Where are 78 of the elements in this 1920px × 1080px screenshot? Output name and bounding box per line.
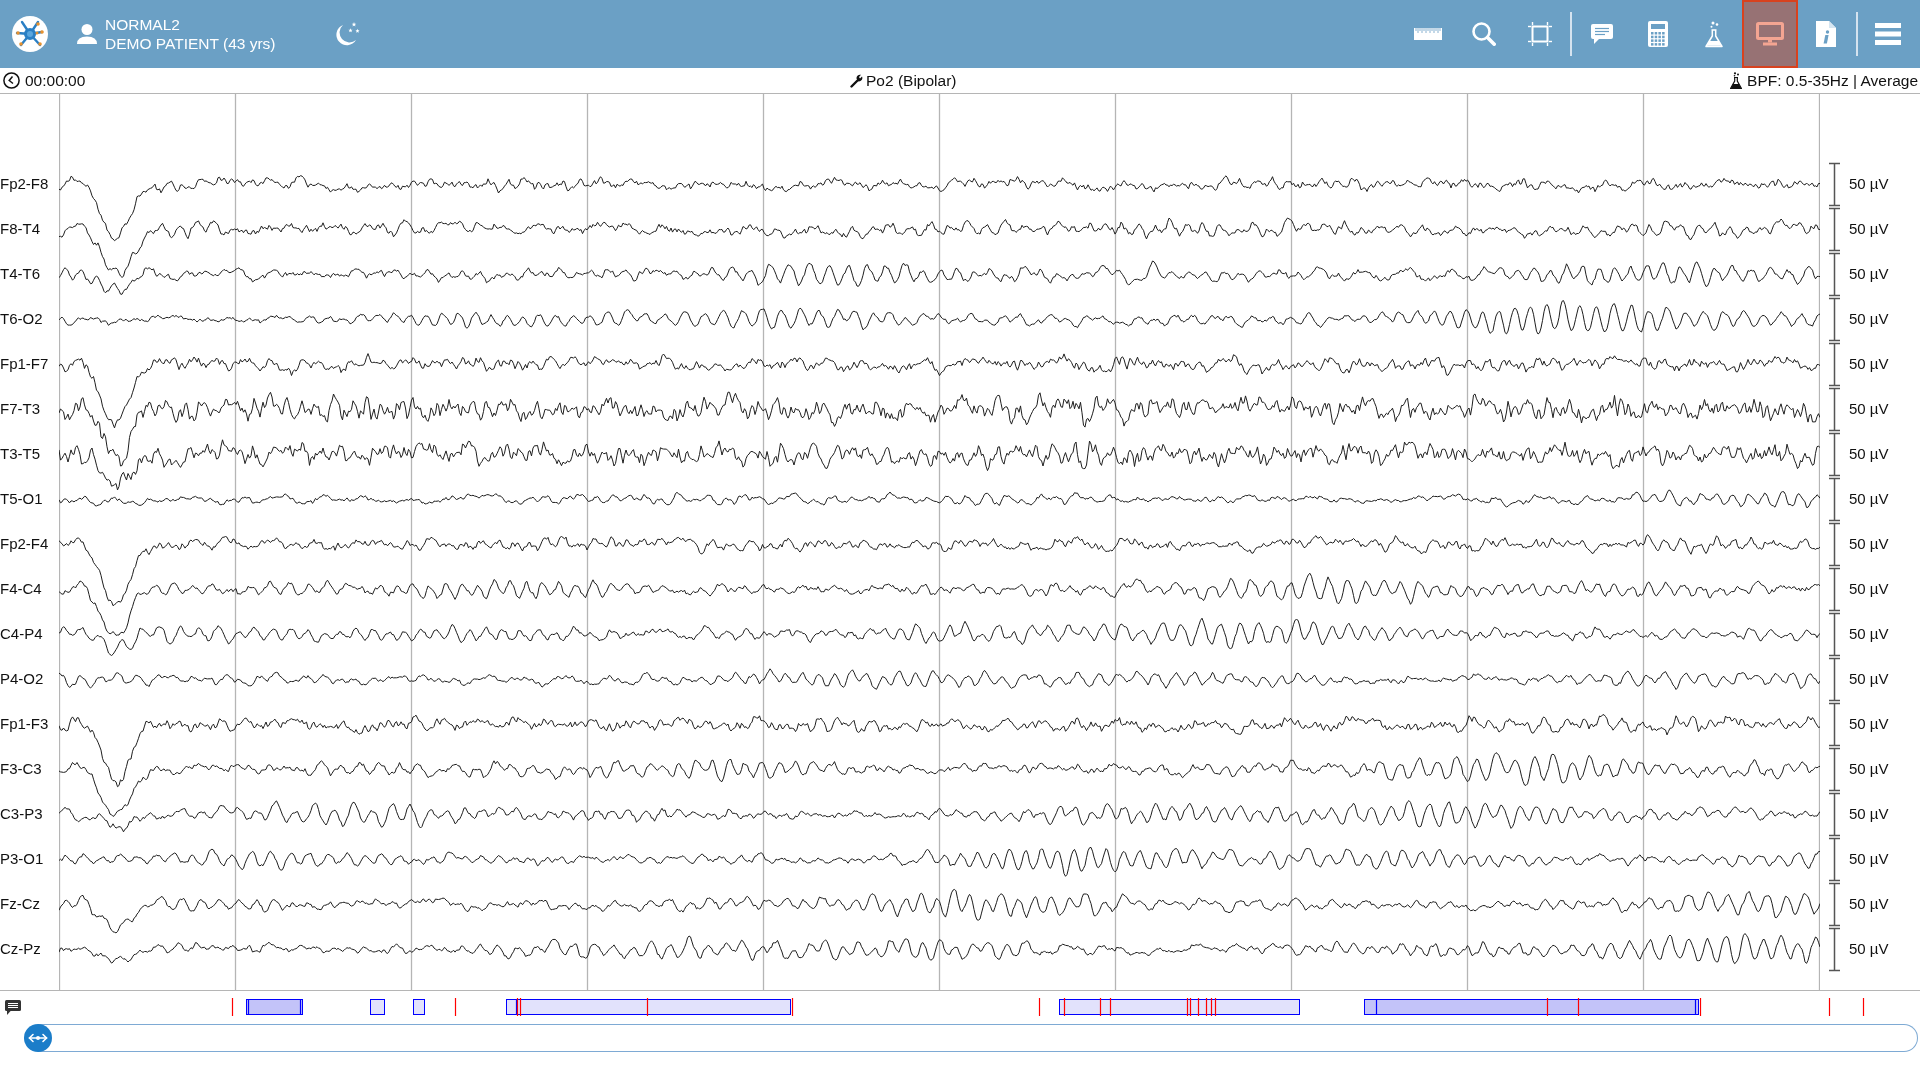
scale-value: 50 µV — [1849, 894, 1889, 915]
scale-value: 50 µV — [1849, 579, 1889, 600]
scale-value: 50 µV — [1849, 624, 1889, 645]
scale-bar-icon — [1829, 612, 1840, 657]
scale-bar-icon — [1829, 477, 1840, 522]
scale-value: 50 µV — [1849, 264, 1889, 285]
recording-name: NORMAL2 — [105, 15, 181, 34]
channel-label: T3-T5 — [0, 444, 40, 465]
time-display: 00:00:00 — [25, 70, 86, 91]
channel-label: P3-O1 — [0, 849, 44, 870]
channel-label: Cz-Pz — [0, 939, 41, 960]
channel-label: F3-C3 — [0, 759, 42, 780]
scale-value: 50 µV — [1849, 534, 1889, 555]
search-icon — [1472, 22, 1496, 46]
montage-name[interactable]: Po2 (Bipolar) — [866, 68, 957, 93]
crop-icon — [1528, 22, 1552, 46]
speech-bubble-icon — [1591, 24, 1613, 44]
scale-bar-icon — [1829, 882, 1840, 927]
flask-icon — [1705, 20, 1723, 48]
menu-icon — [1875, 23, 1901, 45]
scale-bar-icon — [1829, 927, 1840, 972]
scale-value: 50 µV — [1849, 804, 1889, 825]
channel-label: T5-O1 — [0, 489, 43, 510]
annotation-icon[interactable] — [5, 999, 21, 1015]
scale-value: 50 µV — [1849, 309, 1889, 330]
scale-bar-icon — [1829, 837, 1840, 882]
scale-value: 50 µV — [1849, 714, 1889, 735]
scale-bar-icon — [1829, 522, 1840, 567]
wrench-icon — [850, 73, 863, 88]
scale-bar-icon — [1829, 747, 1840, 792]
scale-bar-icon — [1829, 792, 1840, 837]
scale-bar-icon — [1829, 342, 1840, 387]
channel-label: P4-O2 — [0, 669, 44, 690]
scroll-handle-icon[interactable] — [24, 1024, 52, 1052]
channel-label: Fp1-F3 — [0, 714, 49, 735]
scale-bar-icon — [1829, 297, 1840, 342]
channel-label: F7-T3 — [0, 399, 40, 420]
channel-label: Fp2-F4 — [0, 534, 49, 555]
channel-label: T4-T6 — [0, 264, 40, 285]
channel-label: F4-C4 — [0, 579, 42, 600]
scale-value: 50 µV — [1849, 759, 1889, 780]
channel-label: Fp1-F7 — [0, 354, 49, 375]
scale-bar-icon — [1829, 432, 1840, 477]
scale-value: 50 µV — [1849, 489, 1889, 510]
event-timeline[interactable] — [231, 998, 1865, 1016]
clock-icon — [3, 72, 20, 89]
channel-label: T6-O2 — [0, 309, 43, 330]
channel-label: C3-P3 — [0, 804, 43, 825]
app-logo — [12, 16, 48, 52]
scale-bar-icon — [1829, 702, 1840, 747]
channel-label: Fp2-F8 — [0, 174, 49, 195]
calculator-icon — [1648, 21, 1668, 47]
scale-value: 50 µV — [1849, 849, 1889, 870]
scale-value: 50 µV — [1849, 354, 1889, 375]
moon-stars-icon[interactable] — [334, 22, 360, 46]
ruler-icon — [1414, 28, 1442, 40]
scale-bar-icon — [1829, 657, 1840, 702]
scale-bar-icon — [1829, 162, 1840, 207]
scale-value: 50 µV — [1849, 219, 1889, 240]
user-icon — [77, 24, 97, 44]
scale-value: 50 µV — [1849, 444, 1889, 465]
channel-label: C4-P4 — [0, 624, 43, 645]
scale-value: 50 µV — [1849, 399, 1889, 420]
patient-name: DEMO PATIENT (43 yrs) — [105, 34, 277, 53]
scale-value: 50 µV — [1849, 669, 1889, 690]
channel-label: F8-T4 — [0, 219, 40, 240]
scale-bar-icon — [1829, 207, 1840, 252]
scale-value: 50 µV — [1849, 939, 1889, 960]
filter-settings[interactable]: BPF: 0.5-35Hz | Average — [1747, 68, 1918, 93]
monitor-icon — [1756, 22, 1784, 46]
scale-value: 50 µV — [1849, 174, 1889, 195]
info-document-icon — [1816, 21, 1836, 47]
channel-label: Fz-Cz — [0, 894, 40, 915]
scale-bar-icon — [1829, 567, 1840, 612]
scale-bar-icon — [1829, 252, 1840, 297]
display-button[interactable] — [1742, 0, 1798, 68]
flask-icon — [1730, 72, 1743, 89]
scale-bar-icon — [1829, 387, 1840, 432]
